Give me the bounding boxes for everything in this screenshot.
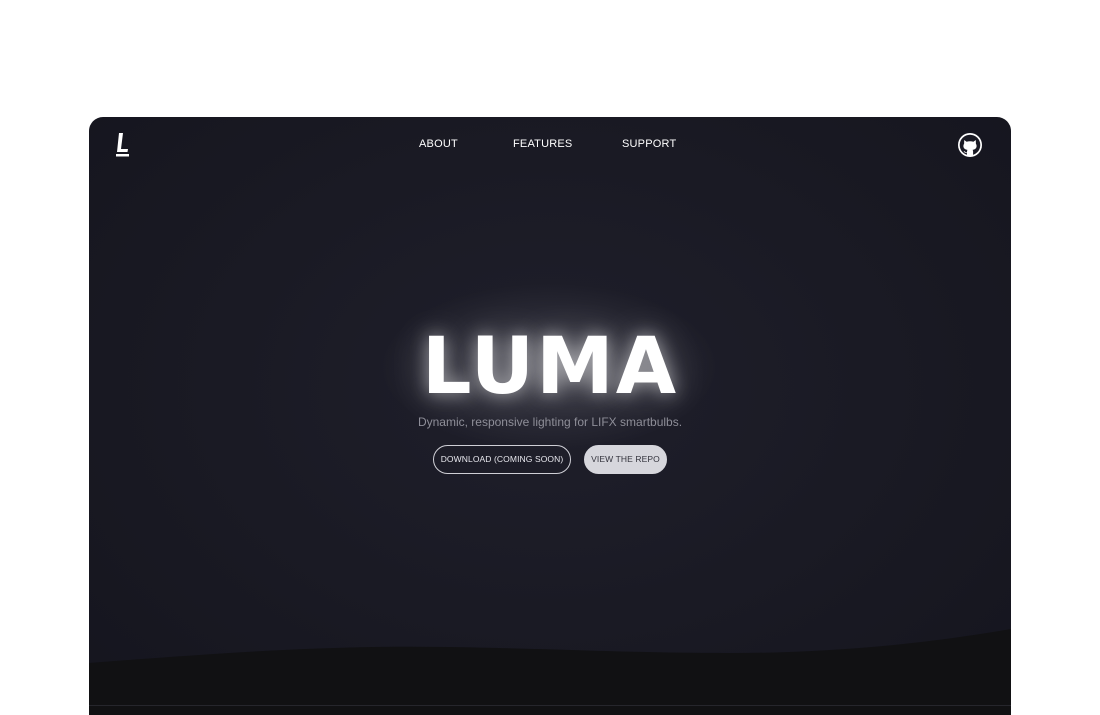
view-repo-button[interactable]: VIEW THE REPO — [584, 445, 667, 474]
top-nav: ABOUT FEATURES SUPPORT — [89, 138, 1011, 154]
nav-link-support[interactable]: SUPPORT — [622, 138, 676, 150]
nav-link-about[interactable]: ABOUT — [419, 138, 458, 150]
download-button[interactable]: DOWNLOAD (COMING SOON) — [433, 445, 571, 474]
hero-subtitle: Dynamic, responsive lighting for LIFX sm… — [417, 415, 683, 429]
app-window: ABOUT FEATURES SUPPORT LUMA Dynamic, res… — [89, 117, 1011, 715]
github-icon[interactable] — [957, 132, 983, 158]
hero-title: LUMA — [421, 322, 679, 412]
footer-wave — [89, 629, 1011, 715]
nav-link-features[interactable]: FEATURES — [513, 138, 572, 150]
footer-divider — [89, 705, 1011, 706]
